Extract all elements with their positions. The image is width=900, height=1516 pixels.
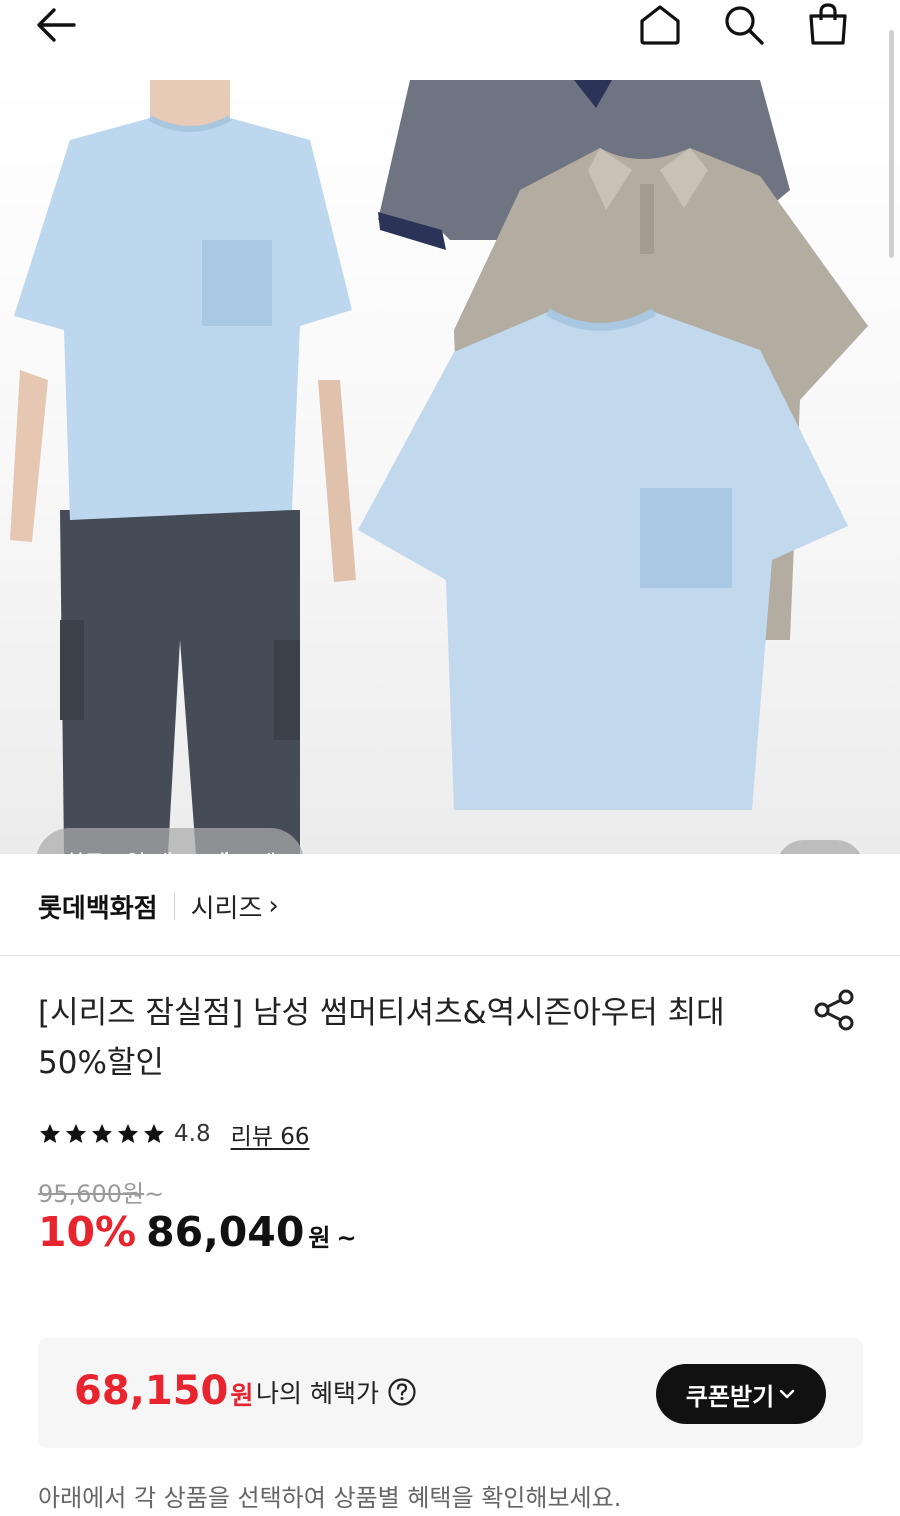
helper-text: 아래에서 각 상품을 선택하여 상품별 혜택을 확인해보세요.	[38, 1484, 622, 1512]
search-icon[interactable]	[714, 0, 774, 50]
product-image	[10, 80, 868, 854]
sub-brand-link[interactable]: 시리즈 ›	[191, 888, 279, 925]
share-icon[interactable]	[810, 986, 858, 1034]
badge-suffix: 구매	[236, 846, 276, 854]
discount-rate: 10%	[38, 1208, 137, 1256]
top-bar	[0, 0, 900, 80]
coupon-button-label: 쿠폰받기	[685, 1383, 775, 1411]
original-price-value: 95,600원	[38, 1180, 145, 1208]
chevron-down-icon	[779, 1389, 795, 1399]
recent-purchase-badge: 최근 2일 내 54개 구매	[36, 828, 305, 854]
page-scrollbar[interactable]	[889, 30, 894, 258]
price-suffix: ~	[336, 1224, 357, 1252]
store-name[interactable]: 롯데백화점	[38, 888, 158, 925]
star-icon	[118, 1124, 138, 1143]
badge-count: 54개	[179, 846, 230, 854]
back-icon[interactable]	[26, 0, 86, 50]
star-icon	[92, 1124, 112, 1143]
home-icon[interactable]	[630, 0, 690, 50]
original-price-suffix: ~	[144, 1180, 165, 1208]
benefit-price: 68,150 원	[74, 1368, 253, 1414]
benefit-price-unit: 원	[230, 1381, 254, 1410]
sale-price-row: 10% 86,040 원 ~	[38, 1208, 357, 1268]
review-count-link[interactable]: 리뷰 66	[231, 1117, 310, 1151]
chevron-right-icon: ›	[268, 891, 279, 921]
star-icon	[144, 1124, 164, 1143]
benefit-price-box: 68,150 원 나의 혜택가 쿠폰받기	[38, 1338, 863, 1448]
help-icon[interactable]	[387, 1377, 417, 1407]
sub-brand-label: 시리즈	[190, 893, 263, 924]
get-coupon-button[interactable]: 쿠폰받기	[656, 1364, 826, 1424]
star-rating	[38, 1122, 166, 1146]
product-image-gallery[interactable]: 최근 2일 내 54개 구매 1 / 2	[0, 80, 900, 854]
benefit-label: 나의 혜택가	[256, 1374, 417, 1410]
benefit-label-text: 나의 혜택가	[256, 1379, 379, 1408]
product-title: [시리즈 잠실점] 남성 썸머티셔츠&역시즌아우터 최대50%할인	[38, 995, 725, 1081]
star-icon	[40, 1124, 60, 1143]
section-divider	[0, 955, 900, 956]
rating-value: 4.8	[174, 1121, 211, 1147]
sale-price: 86,040	[146, 1208, 305, 1256]
shopping-bag-icon[interactable]	[798, 0, 858, 50]
badge-prefix: 최근 2일 내	[64, 846, 173, 854]
original-price: 95,600원~	[38, 1174, 164, 1209]
rating-row: 4.8 리뷰 66	[38, 1114, 309, 1154]
brand-row: 롯데백화점 시리즈 ›	[38, 878, 279, 934]
currency-unit: 원	[308, 1224, 331, 1252]
benefit-price-value: 68,150	[74, 1368, 229, 1414]
star-icon	[66, 1124, 86, 1143]
brand-divider	[173, 892, 175, 920]
